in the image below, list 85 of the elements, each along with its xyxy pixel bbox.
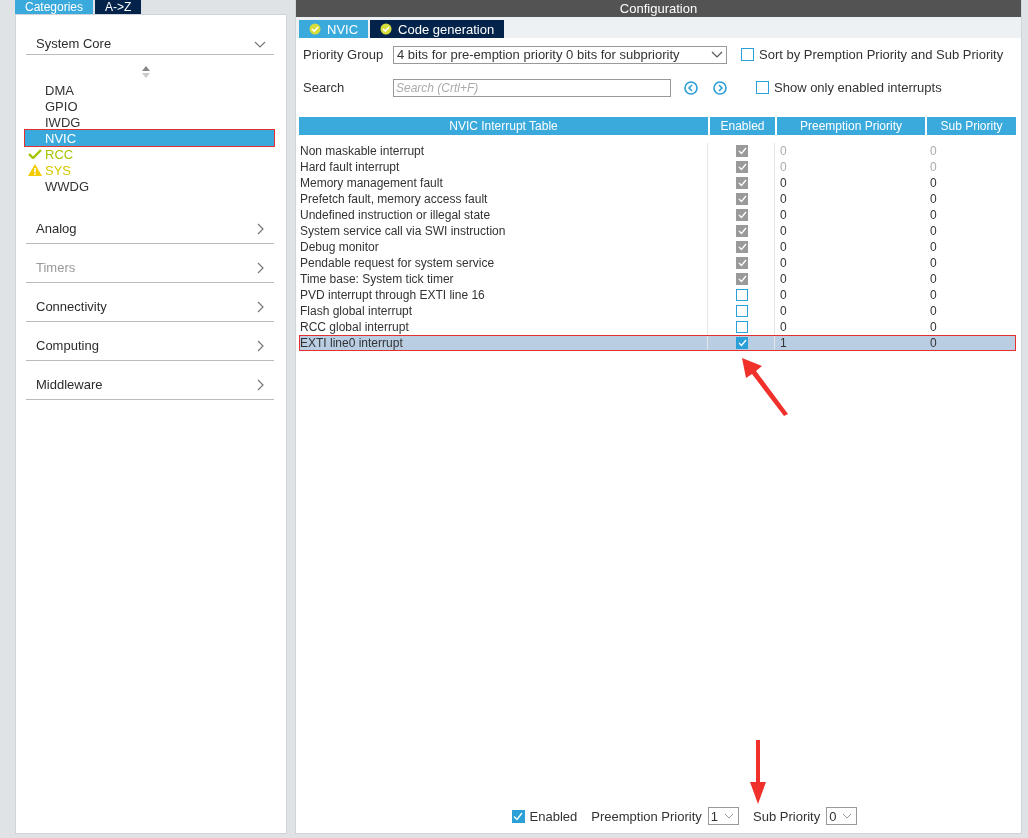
caret-icon (842, 813, 853, 819)
table-cell-text: 0 (779, 159, 788, 175)
table-cell-text: 0 (929, 159, 938, 175)
table-row[interactable]: PVD interrupt through EXTI line 16 0 0 (299, 287, 1016, 303)
table-cell-text: 0 (779, 191, 788, 207)
table-cell-text: 0 (929, 335, 938, 351)
table-cell: Memory management fault (299, 175, 708, 191)
table-cell-text: 0 (779, 239, 788, 255)
category-header[interactable]: Computing (26, 323, 274, 361)
table-cell-text: 0 (929, 207, 938, 223)
table-cell-text: 0 (929, 319, 938, 335)
table-cell-text: 1 (779, 335, 788, 351)
table-row[interactable]: EXTI line0 interrupt 1 0 (299, 335, 1016, 351)
column-header: Enabled (710, 117, 775, 135)
sub-priority-dropdown[interactable]: 0 (826, 807, 858, 825)
category-header[interactable]: Middleware (26, 362, 274, 400)
preemption-dropdown[interactable]: 1 (707, 807, 740, 825)
table-cell: Non maskable interrupt (299, 143, 708, 159)
next-icon (713, 80, 727, 95)
peripheral-item[interactable]: IWDG (25, 114, 274, 130)
config-tab[interactable]: Code generation (370, 20, 505, 38)
check-icon (513, 811, 524, 821)
table-cell: Prefetch fault, memory access fault (299, 191, 708, 207)
enabled-checkbox[interactable]: Enabled (511, 808, 578, 824)
category-header[interactable]: System Core (26, 33, 274, 55)
table-cell-text: 0 (929, 303, 938, 319)
table-cell-text: 0 (779, 319, 788, 335)
peripheral-item[interactable]: WWDG (25, 178, 274, 194)
table-cell-text: 0 (779, 143, 788, 159)
table-cell-text: 0 (779, 207, 788, 223)
table-cell: Hard fault interrupt (299, 159, 708, 175)
caret-icon (711, 50, 723, 59)
table-cell-text: 0 (929, 287, 938, 303)
table-cell-text: 0 (929, 143, 938, 159)
arrow-icon (740, 356, 790, 416)
table-cell-text: 0 (929, 239, 938, 255)
table-cell-text: 0 (929, 271, 938, 287)
table-cell-text: 0 (779, 255, 788, 271)
column-header: NVIC Interrupt Table (299, 117, 708, 135)
category-header[interactable]: Analog (26, 206, 274, 244)
table-cell-text: 0 (929, 223, 938, 239)
field-label: Sub Priority (753, 808, 821, 824)
field-label: Priority Group (302, 47, 385, 62)
sort-icon (142, 66, 150, 78)
check-circle-icon (380, 23, 393, 35)
arrow-icon (750, 740, 766, 804)
table-cell-text: 0 (779, 287, 788, 303)
sort-checkbox[interactable]: Sort by Premption Priority and Sub Priority (741, 47, 1004, 62)
enabled-checkbox[interactable] (736, 337, 748, 349)
enabled-checkbox[interactable] (736, 289, 748, 301)
table-cell: EXTI line0 interrupt (299, 335, 708, 351)
field-label: Search (302, 80, 346, 95)
table-cell-text: 0 (779, 175, 788, 191)
table-cell-text: 0 (779, 223, 788, 239)
table-cell-text: 0 (929, 175, 938, 191)
peripheral-item[interactable]: GPIO (25, 98, 274, 114)
search-field[interactable]: Search (Crtl+F) (393, 78, 671, 97)
table-cell-text: 0 (929, 255, 938, 271)
field-label: Preemption Priority (591, 808, 702, 824)
table-cell: Flash global interrupt (299, 303, 708, 319)
previous-icon (684, 80, 698, 95)
table-cell: Pendable request for system service (299, 255, 708, 271)
warning-icon (28, 164, 42, 176)
table-cell: Time base: System tick timer (299, 271, 708, 287)
table-cell: Debug monitor (299, 239, 708, 255)
category-header[interactable]: Connectivity (26, 284, 274, 322)
enabled-filter-checkbox[interactable]: Show only enabled interrupts (756, 80, 942, 95)
enabled-checkbox[interactable] (736, 321, 748, 333)
priority-group-dropdown[interactable]: 4 bits for pre-emption priority 0 bits for subpriority (393, 45, 727, 64)
enabled-checkbox[interactable] (736, 305, 748, 317)
table-cell: Undefined instruction or illegal state (299, 207, 708, 223)
panel-title: Configuration (296, 0, 1021, 17)
table-cell: PVD interrupt through EXTI line 16 (299, 287, 708, 303)
column-header: Preemption Priority (777, 117, 925, 135)
table-cell-text: 0 (779, 303, 788, 319)
column-header: Sub Priority (927, 117, 1016, 135)
check-circle-icon (309, 23, 321, 35)
check-icon (28, 149, 42, 159)
table-cell: System service call via SWI instruction (299, 223, 708, 239)
table-cell-text: 0 (929, 191, 938, 207)
category-tab[interactable]: A->Z (95, 0, 142, 14)
table-row[interactable]: Flash global interrupt 0 0 (299, 303, 1016, 319)
table-cell-text: 0 (779, 271, 788, 287)
caret-icon (724, 813, 735, 819)
peripheral-item[interactable]: DMA (25, 82, 274, 98)
